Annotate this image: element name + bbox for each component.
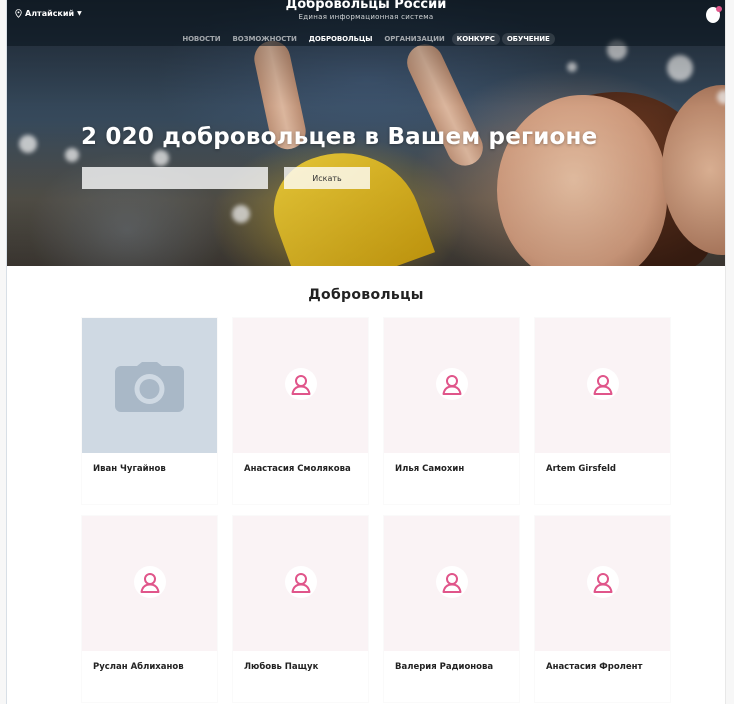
volunteer-photo [233,318,368,453]
volunteer-card[interactable]: Илья Самохин [384,318,519,504]
notification-dot [716,6,722,12]
volunteer-photo [82,516,217,651]
page: Алтайский ▼ Добровольцы России Единая ин… [6,0,726,704]
volunteer-photo [535,318,670,453]
user-icon [442,573,462,593]
volunteer-card[interactable]: Анастасия Фролент [535,516,670,702]
top-bar: Алтайский ▼ Добровольцы России Единая ин… [7,0,725,46]
nav-contest[interactable]: КОНКУРС [451,33,500,45]
volunteer-card[interactable]: Валерия Радионова [384,516,519,702]
avatar [587,368,619,400]
avatar [285,566,317,598]
site-brand[interactable]: Добровольцы России Единая информационная… [7,0,725,21]
nav-opportunities[interactable]: ВОЗМОЖНОСТИ [228,33,302,45]
volunteer-name: Любовь Пащук [244,662,319,672]
user-icon [593,573,613,593]
camera-icon [115,362,184,412]
brand-subtitle: Единая информационная система [298,13,434,21]
volunteer-photo [384,318,519,453]
nav-organizations[interactable]: ОРГАНИЗАЦИИ [379,33,449,45]
volunteer-name: Валерия Радионова [395,662,494,672]
nav-news[interactable]: НОВОСТИ [177,33,225,45]
volunteer-card[interactable]: Иван Чугайнов [82,318,217,504]
volunteer-name: Анастасия Смолякова [244,464,351,474]
volunteer-name: Руслан Аблиханов [93,662,184,672]
brand-title: Добровольцы России [285,0,447,12]
avatar [436,368,468,400]
avatar [436,566,468,598]
volunteer-name: Анастасия Фролент [546,662,643,672]
user-avatar-button[interactable] [706,6,722,23]
user-icon [291,573,311,593]
volunteer-card[interactable]: Анастасия Смолякова [233,318,368,504]
volunteer-card[interactable]: Artem Girsfeld [535,318,670,504]
volunteer-photo [535,516,670,651]
section-title: Добровольцы [308,287,424,303]
user-icon [442,375,462,395]
hero-banner: Алтайский ▼ Добровольцы России Единая ин… [7,0,725,266]
volunteer-photo [384,516,519,651]
nav-education[interactable]: ОБУЧЕНИЕ [501,33,555,45]
user-icon [291,375,311,395]
volunteer-name: Илья Самохин [395,464,465,474]
search-button[interactable]: Искать [284,167,370,189]
user-icon [140,573,160,593]
volunteer-card[interactable]: Руслан Аблиханов [82,516,217,702]
volunteer-name: Иван Чугайнов [93,464,166,474]
nav-volunteers[interactable]: ДОБРОВОЛЬЦЫ [304,33,378,45]
hero-title: 2 020 добровольцев в Вашем регионе [81,124,598,150]
avatar [587,566,619,598]
volunteer-photo [82,318,217,453]
avatar [285,368,317,400]
search-input[interactable] [82,167,268,189]
main-nav: НОВОСТИ ВОЗМОЖНОСТИ ДОБРОВОЛЬЦЫ ОРГАНИЗА… [7,33,725,45]
volunteer-card[interactable]: Любовь Пащук [233,516,368,702]
avatar [134,566,166,598]
user-icon [593,375,613,395]
volunteer-name: Artem Girsfeld [546,464,617,474]
volunteer-photo [233,516,368,651]
